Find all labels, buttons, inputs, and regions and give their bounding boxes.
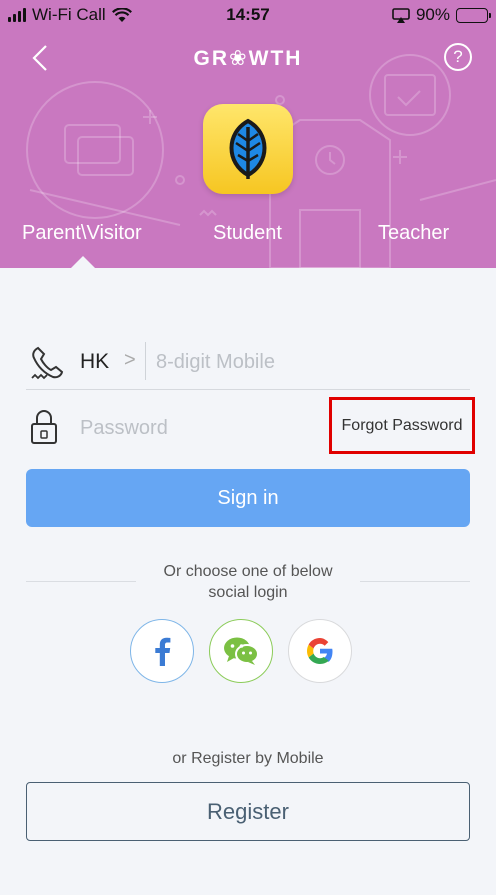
selected-tab-indicator	[71, 256, 95, 268]
mobile-input[interactable]	[156, 348, 456, 376]
google-icon	[307, 638, 333, 664]
social-login-label: Or choose one of below social login	[26, 561, 470, 603]
tab-parent-visitor[interactable]: Parent\Visitor	[22, 222, 142, 245]
register-button[interactable]: Register	[26, 782, 470, 841]
leaf-icon	[229, 118, 267, 179]
register-label: or Register by Mobile	[172, 750, 324, 767]
sign-in-button[interactable]: Sign in	[26, 469, 470, 527]
country-code-selector[interactable]: HK	[80, 350, 109, 374]
tab-teacher[interactable]: Teacher	[378, 222, 449, 245]
battery-icon	[456, 7, 491, 23]
nav-bar: GR❀WTH ?	[0, 36, 496, 80]
brand-logo: GR❀WTH	[193, 47, 303, 70]
lock-icon	[31, 410, 57, 444]
phone-icon	[31, 346, 64, 380]
battery-percent: 90%	[415, 5, 450, 24]
wechat-icon	[224, 637, 259, 665]
password-input[interactable]	[80, 414, 330, 442]
social-label-line1: Or choose one of below	[163, 563, 333, 580]
status-bar: Wi-Fi Call 14:57 90%	[0, 0, 496, 32]
forgot-password-highlight: Forgot Password	[329, 397, 475, 454]
header: Wi-Fi Call 14:57 90% GR❀WTH ? Parent\Vis…	[0, 0, 496, 268]
google-login-button[interactable]	[288, 619, 352, 683]
screen-mirror-icon	[392, 7, 410, 23]
help-button[interactable]: ?	[444, 43, 472, 71]
phone-row: HK >	[26, 334, 470, 390]
chevron-right-icon[interactable]: >	[124, 349, 136, 372]
wechat-login-button[interactable]	[209, 619, 273, 683]
facebook-icon	[155, 637, 171, 666]
field-divider	[145, 342, 146, 380]
app-logo	[203, 104, 293, 194]
forgot-password-link[interactable]: Forgot Password	[342, 417, 463, 435]
tab-student[interactable]: Student	[213, 222, 282, 245]
facebook-login-button[interactable]	[130, 619, 194, 683]
social-label-line2: social login	[208, 584, 288, 601]
